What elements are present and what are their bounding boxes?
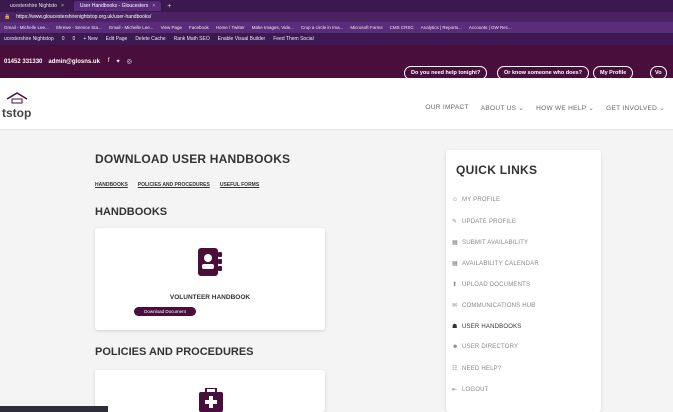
- section-links: HANDBOOKS POLICIES AND PROCEDURES USEFUL…: [95, 182, 259, 188]
- new-tab-button[interactable]: +: [167, 3, 171, 10]
- quick-link-user-handbooks[interactable]: ☗ USER HANDBOOKS: [452, 323, 522, 331]
- close-tab-icon[interactable]: ×: [61, 3, 64, 9]
- link-useful-forms[interactable]: USEFUL FORMS: [220, 182, 259, 188]
- close-tab-icon[interactable]: ×: [152, 3, 155, 9]
- admin-comments[interactable]: 0: [73, 36, 76, 42]
- quick-link-communications-hub[interactable]: ✉ COMMUNICATIONS HUB: [452, 302, 536, 310]
- bookmark-item[interactable]: Make Images, Vide...: [252, 25, 294, 30]
- social-links: f ✦ ◎: [108, 58, 132, 65]
- house-logo-icon: [6, 92, 28, 104]
- site-logo[interactable]: tstop: [2, 92, 62, 126]
- link-handbooks[interactable]: HANDBOOKS: [95, 182, 128, 188]
- admin-delete-cache[interactable]: Delete Cache: [135, 36, 165, 42]
- bookmark-item[interactable]: Gmail - Michelle Lee...: [109, 25, 154, 30]
- upload-icon: ⬆: [452, 282, 458, 288]
- instagram-icon[interactable]: ◎: [127, 58, 132, 65]
- phone-number[interactable]: 01452 331330: [4, 59, 42, 65]
- bookmark-item[interactable]: Accounts | GW Rec...: [469, 25, 512, 30]
- chat-icon: ✉: [452, 303, 458, 309]
- bookmark-item[interactable]: Home / Twitter: [216, 25, 245, 30]
- card-title: VOLUNTEER HANDBOOK: [169, 294, 251, 301]
- page-title: DOWNLOAD USER HANDBOOKS: [95, 152, 291, 166]
- bookmark-item[interactable]: Crop a circle in Ima...: [301, 25, 344, 30]
- first-aid-kit-icon: [199, 388, 223, 412]
- download-document-button[interactable]: Download Document: [134, 307, 196, 316]
- tab-label: User Handbooks - Gloucesters: [79, 3, 149, 9]
- user-icon: ☺: [452, 197, 459, 203]
- quick-link-label: UPDATE PROFILE: [462, 218, 517, 225]
- section-handbooks-heading: HANDBOOKS: [95, 206, 168, 218]
- quick-link-upload-documents[interactable]: ⬆ UPLOAD DOCUMENTS: [452, 281, 531, 289]
- quick-link-submit-availability[interactable]: ▦ SUBMIT AVAILABILITY: [452, 239, 529, 247]
- status-bar-strip: [0, 406, 108, 412]
- bookmark-item[interactable]: Shrewe - Service Sta...: [56, 25, 102, 30]
- browser-tab[interactable]: ucestershire Nightsto ×: [4, 1, 70, 11]
- quick-link-label: AVAILABILITY CALENDAR: [462, 260, 539, 267]
- browser-tab-active[interactable]: User Handbooks - Gloucesters ×: [73, 1, 162, 11]
- volunteer-handbook-card: [95, 228, 325, 330]
- contact-book-icon: [198, 248, 222, 276]
- lock-icon: 🔒: [4, 14, 11, 20]
- quick-link-label: MY PROFILE: [462, 197, 501, 203]
- users-icon: ☻: [452, 344, 459, 350]
- logo-text: tstop: [2, 106, 32, 120]
- calendar-grid-icon: ▦: [452, 261, 458, 267]
- nav-our-impact[interactable]: OUR IMPACT: [425, 104, 468, 112]
- url-text[interactable]: https://www.gloucestershirenightstop.org…: [16, 14, 151, 20]
- quick-link-label: SUBMIT AVAILABILITY: [462, 239, 529, 246]
- wp-admin-bar: ucestershire Nightstop 0 0 + New Edit Pa…: [0, 33, 673, 45]
- address-bar[interactable]: 🔒 https://www.gloucestershirenightstop.o…: [0, 12, 673, 22]
- link-policies[interactable]: POLICIES AND PROCEDURES: [138, 182, 210, 188]
- user-edit-icon: ✎: [452, 219, 458, 225]
- quick-link-logout[interactable]: ⇤ LOGOUT: [452, 386, 489, 394]
- help-icon: ☷: [452, 366, 458, 372]
- nav-get-involved[interactable]: GET INVOLVED ⌄: [606, 104, 665, 112]
- facebook-icon[interactable]: f: [108, 58, 110, 65]
- admin-site-name[interactable]: ucestershire Nightstop: [4, 36, 54, 42]
- bookmark-item[interactable]: Gmail - Michelle Lee...: [4, 25, 49, 30]
- quick-link-my-profile[interactable]: ☺ MY PROFILE: [452, 197, 500, 203]
- bookmark-item[interactable]: Facebook: [189, 25, 209, 30]
- main-nav: OUR IMPACT ABOUT US ⌄ HOW WE HELP ⌄ GET …: [425, 104, 665, 112]
- quick-link-label: COMMUNICATIONS HUB: [462, 302, 536, 309]
- admin-feed-social[interactable]: Feed Them Social: [273, 36, 313, 42]
- twitter-icon[interactable]: ✦: [116, 58, 121, 65]
- bookmark-item[interactable]: CMS CRSC: [390, 25, 414, 30]
- bookmarks-bar: Gmail - Michelle Lee... Shrewe - Service…: [0, 22, 673, 33]
- quick-link-label: USER HANDBOOKS: [462, 323, 522, 330]
- book-icon: ☗: [452, 324, 458, 330]
- email-link[interactable]: admin@glosns.uk: [48, 59, 100, 65]
- quick-link-label: LOGOUT: [462, 386, 489, 393]
- admin-visual-builder[interactable]: Enable Visual Builder: [218, 36, 265, 42]
- tab-label: ucestershire Nightsto: [10, 3, 57, 9]
- nav-about-us[interactable]: ABOUT US ⌄: [481, 104, 524, 112]
- admin-new[interactable]: + New: [83, 36, 97, 42]
- section-policies-heading: POLICIES AND PROCEDURES: [95, 346, 254, 358]
- nav-how-we-help[interactable]: HOW WE HELP ⌄: [536, 104, 594, 112]
- bookmark-item[interactable]: Analytics | Reports...: [421, 25, 462, 30]
- quick-link-availability-calendar[interactable]: ▦ AVAILABILITY CALENDAR: [452, 260, 539, 268]
- quick-link-update-profile[interactable]: ✎ UPDATE PROFILE: [452, 218, 517, 226]
- quick-link-label: USER DIRECTORY: [462, 344, 519, 350]
- calendar-icon: ▦: [452, 240, 458, 246]
- quick-link-user-directory[interactable]: ☻ USER DIRECTORY: [452, 344, 518, 350]
- quick-link-need-help[interactable]: ☷ NEED HELP?: [452, 365, 502, 373]
- logout-icon: ⇤: [452, 387, 458, 393]
- quick-link-label: UPLOAD DOCUMENTS: [462, 281, 531, 288]
- quick-link-label: NEED HELP?: [462, 365, 502, 372]
- admin-rank-math[interactable]: Rank Math SEO: [174, 36, 210, 42]
- quick-links-title: QUICK LINKS: [456, 163, 538, 177]
- admin-updates[interactable]: 0: [62, 36, 65, 42]
- bookmark-item[interactable]: Microsoft Forms: [350, 25, 382, 30]
- browser-tab-bar: ucestershire Nightsto × User Handbooks -…: [0, 0, 673, 12]
- admin-edit-page[interactable]: Edit Page: [106, 36, 128, 42]
- bookmark-item[interactable]: View Page: [161, 25, 182, 30]
